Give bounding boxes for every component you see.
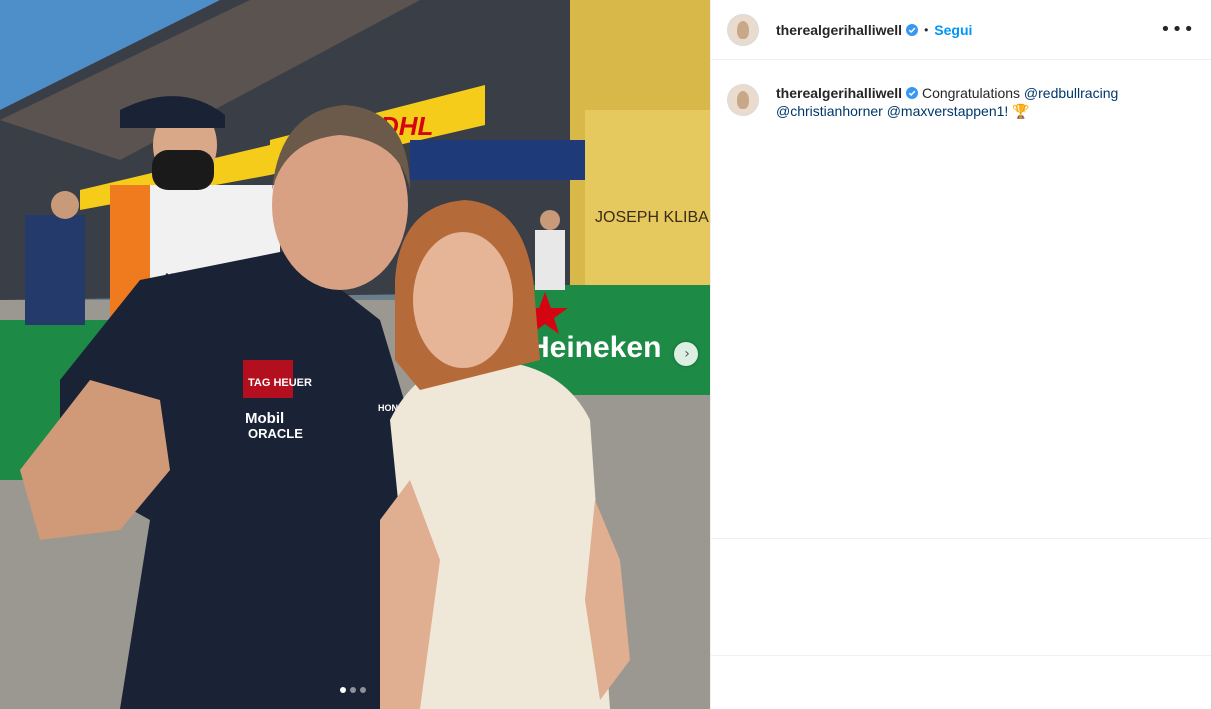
mention-redbullracing[interactable]: @redbullracing: [1024, 85, 1118, 101]
post-photo: JOSEPH KLIBA DHL Heineken NET206 3: [0, 0, 710, 709]
avatar[interactable]: [727, 13, 759, 46]
shirt-mobil-text: Mobil: [245, 410, 284, 427]
divider-top: [711, 538, 1211, 539]
caption-avatar[interactable]: [727, 84, 759, 116]
chevron-right-icon: ›: [684, 346, 690, 362]
carousel-dot-2: [350, 687, 356, 693]
shirt-oracle-text: ORACLE: [248, 426, 303, 441]
verified-badge-icon: [906, 23, 919, 36]
caption-verified-badge-icon: [906, 87, 919, 99]
divider-bottom: [711, 655, 1211, 656]
trophy-icon: 🏆: [1012, 104, 1030, 120]
caption-text: therealgerihalliwell Congratulations @re…: [776, 84, 1136, 121]
mention-christianhorner[interactable]: @christianhorner: [776, 103, 883, 119]
carousel-next-button[interactable]: ›: [674, 342, 698, 366]
carousel-dot-3: [360, 687, 366, 693]
mention-maxverstappen1[interactable]: @maxverstappen1!: [887, 103, 1009, 119]
post-side-panel: therealgerihalliwell • Segui ••• thereal…: [710, 0, 1212, 709]
caption-username[interactable]: therealgerihalliwell: [776, 85, 902, 101]
photo-illustration: JOSEPH KLIBA DHL Heineken NET206 3: [0, 0, 710, 709]
more-options-icon[interactable]: •••: [1160, 20, 1195, 39]
header-separator: •: [924, 22, 929, 37]
header-username[interactable]: therealgerihalliwell: [776, 22, 902, 38]
follow-button[interactable]: Segui: [934, 22, 972, 38]
caption-prefix: Congratulations: [921, 85, 1021, 101]
graffiti-text: JOSEPH KLIBA: [595, 209, 709, 226]
shirt-tag-text: TAG HEUER: [248, 377, 312, 389]
carousel-dot-1: [340, 687, 346, 693]
post-header: therealgerihalliwell • Segui •••: [711, 0, 1211, 60]
caption-row: therealgerihalliwell Congratulations @re…: [711, 60, 1211, 121]
carousel-indicator: [340, 687, 366, 693]
heineken-board-text: Heineken: [528, 331, 661, 364]
